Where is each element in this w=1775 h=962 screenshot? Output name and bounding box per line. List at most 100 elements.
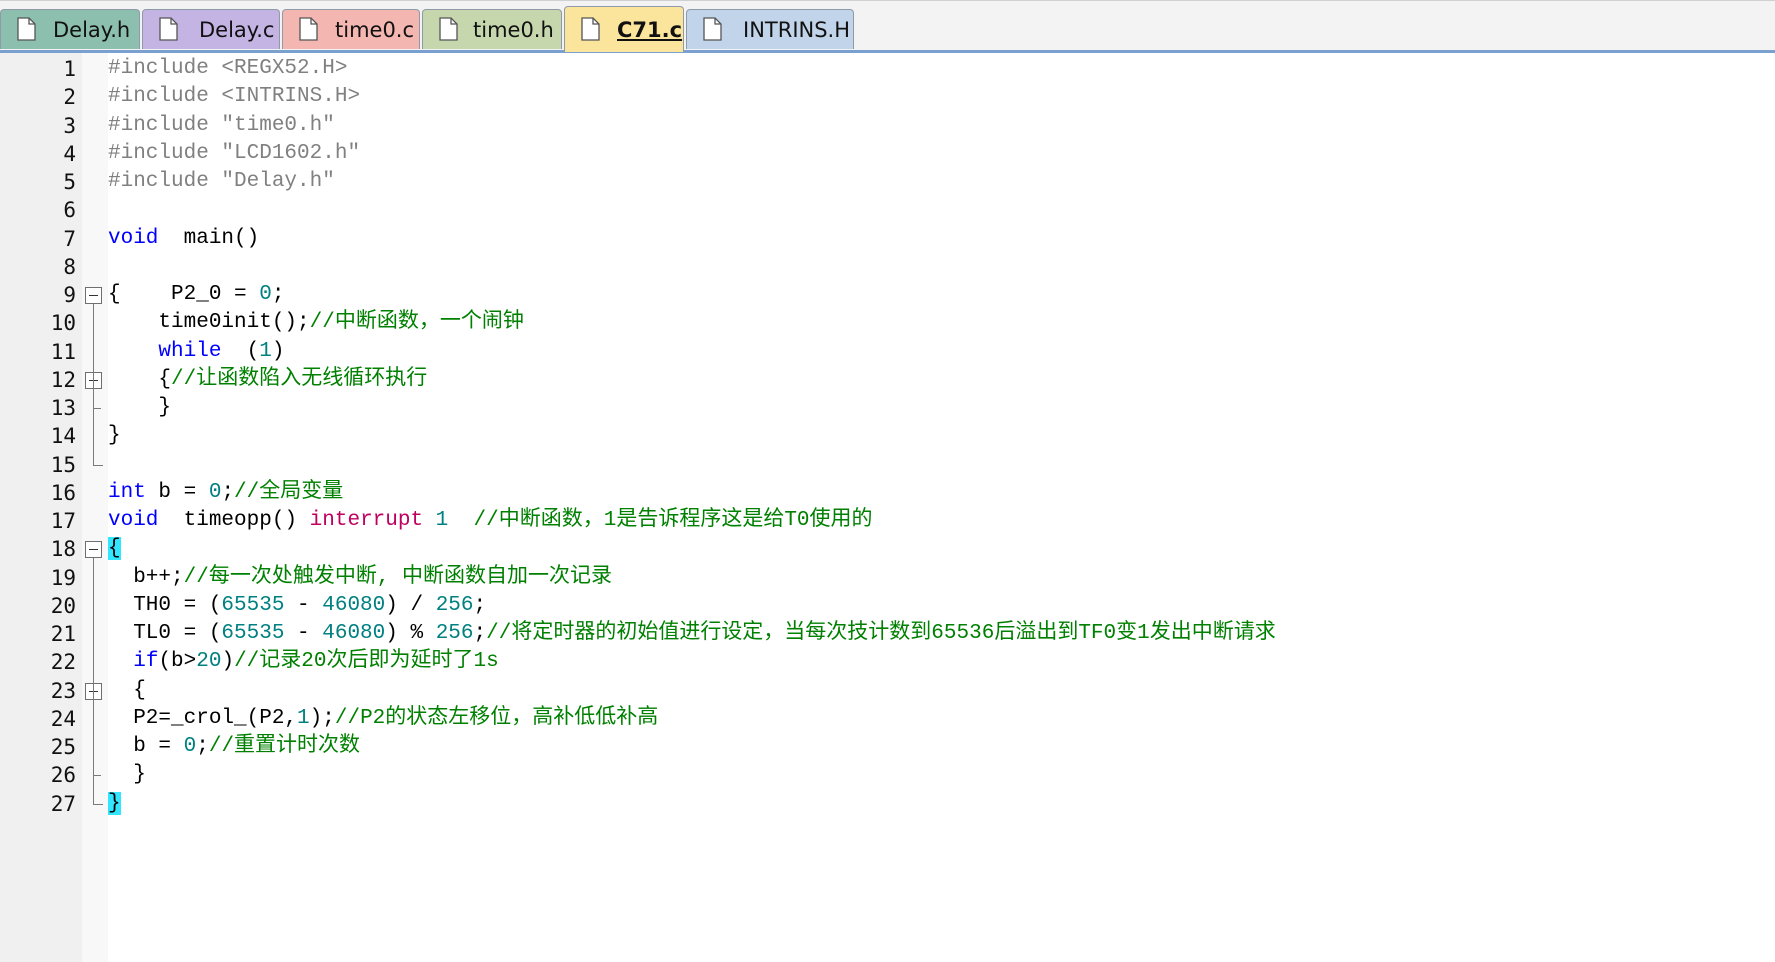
code-line[interactable]: 21 TL0 = (65535 - 46080) % 256;//将定时器的初始… bbox=[0, 620, 1775, 648]
code-line[interactable]: 9 { P2_0 = 0; bbox=[0, 281, 1775, 309]
tab-time0-c[interactable]: time0.c bbox=[282, 9, 420, 49]
code-editor[interactable]: 1 #include <REGX52.H> 2 #include <INTRINS.H… bbox=[0, 53, 1775, 962]
code-line[interactable]: 26 } bbox=[0, 761, 1775, 789]
document-icon bbox=[581, 17, 600, 41]
code-text: if(b>20)//记录20次后即为延时了1s bbox=[108, 648, 498, 676]
code-line[interactable]: 1 #include <REGX52.H> bbox=[0, 55, 1775, 83]
line-number: 23 bbox=[50, 678, 76, 703]
code-line[interactable]: 4 #include "LCD1602.h" bbox=[0, 140, 1775, 168]
code-text: void main() bbox=[108, 225, 259, 253]
fold-guide-end bbox=[93, 775, 101, 777]
code-token: time0init(); bbox=[108, 311, 310, 335]
code-line[interactable]: 8 bbox=[0, 253, 1775, 281]
code-token: 0 bbox=[183, 735, 197, 758]
line-number: 19 bbox=[50, 565, 76, 590]
code-token: "Delay.h" bbox=[221, 170, 335, 193]
tab-label: Delay.h bbox=[53, 18, 131, 42]
code-token: interrupt bbox=[309, 509, 424, 532]
tab-delay-h[interactable]: Delay.h bbox=[0, 9, 140, 49]
line-number: 4 bbox=[63, 141, 76, 166]
code-line[interactable]: 17 void timeopp() interrupt 1 //中断函数，1是告诉… bbox=[0, 507, 1775, 535]
fold-guide-end bbox=[93, 803, 103, 805]
code-text: void timeopp() interrupt 1 //中断函数，1是告诉程序… bbox=[108, 507, 873, 535]
code-line[interactable]: 16 int b = 0;//全局变量 bbox=[0, 479, 1775, 507]
code-token: P2=_crol_(P2, bbox=[108, 706, 298, 730]
code-line[interactable]: 12 {//让函数陷入无线循环执行 bbox=[0, 366, 1775, 394]
code-token: <REGX52.H> bbox=[221, 57, 348, 80]
code-line[interactable]: 5 #include "Delay.h" bbox=[0, 168, 1775, 196]
line-number: 20 bbox=[50, 593, 76, 618]
code-line[interactable]: 20 TH0 = (65535 - 46080) / 256; bbox=[0, 592, 1775, 620]
tab-label: INTRINS.H bbox=[743, 18, 851, 42]
code-text: #include <INTRINS.H> bbox=[108, 83, 360, 111]
line-number: 13 bbox=[50, 396, 76, 420]
fold-guide-end bbox=[93, 408, 101, 410]
code-token: ; bbox=[221, 480, 235, 504]
code-line[interactable]: 13 } bbox=[0, 394, 1775, 422]
tab-bar: Delay.h Delay.c time0.c time0.h C71.c INTRINS… bbox=[0, 0, 1775, 53]
code-token: { bbox=[108, 678, 146, 702]
code-text: { bbox=[108, 677, 146, 705]
code-text: TH0 = (65535 - 46080) / 256; bbox=[108, 592, 486, 620]
tab-label: time0.h bbox=[473, 18, 554, 42]
code-token: "LCD1602.h" bbox=[221, 141, 361, 165]
code-text: b = 0;//重置计时次数 bbox=[108, 733, 360, 761]
code-line[interactable]: 18 { bbox=[0, 535, 1775, 563]
code-line[interactable]: 23 { bbox=[0, 677, 1775, 705]
code-line[interactable]: 3 #include "time0.h" bbox=[0, 112, 1775, 140]
code-token: #include bbox=[108, 57, 222, 80]
code-token: //让函数陷入无线循环执行 bbox=[171, 367, 428, 391]
code-token: { bbox=[108, 537, 121, 561]
code-token: TH0 = ( bbox=[108, 593, 222, 617]
fold-collapse-icon[interactable] bbox=[85, 287, 102, 305]
tab-time0-h[interactable]: time0.h bbox=[422, 9, 562, 49]
line-number: 11 bbox=[50, 339, 76, 364]
code-line[interactable]: 6 bbox=[0, 196, 1775, 224]
code-line[interactable]: 27} bbox=[0, 790, 1775, 818]
code-line[interactable]: 10 time0init();//中断函数，一个闹钟 bbox=[0, 309, 1775, 337]
code-token: "time0.h" bbox=[221, 113, 335, 137]
code-token: ( bbox=[221, 339, 260, 363]
tab-c71-c[interactable]: C71.c bbox=[564, 6, 684, 52]
code-line[interactable]: 19 b++;//每一次处触发中断, 中断函数自加一次记录 bbox=[0, 564, 1775, 592]
line-number: 8 bbox=[63, 254, 76, 279]
code-token: ; bbox=[473, 622, 487, 645]
code-token: 1 bbox=[423, 509, 449, 532]
code-token: 20 bbox=[196, 650, 222, 674]
document-icon bbox=[299, 17, 318, 41]
code-text: #include <REGX52.H> bbox=[108, 55, 347, 83]
code-line[interactable]: 14} bbox=[0, 422, 1775, 450]
line-number: 15 bbox=[50, 452, 76, 477]
code-token: <INTRINS.H> bbox=[221, 85, 361, 109]
code-token: } bbox=[108, 396, 172, 419]
code-token: //中断函数，1是告诉程序这是给T0使用的 bbox=[473, 509, 873, 532]
code-token: ) bbox=[221, 650, 235, 674]
line-number: 16 bbox=[50, 480, 76, 505]
code-token: 0 bbox=[208, 480, 222, 504]
code-line[interactable]: 11 while (1) bbox=[0, 338, 1775, 366]
line-number: 9 bbox=[63, 283, 76, 307]
code-token: //全局变量 bbox=[234, 480, 344, 504]
line-number: 22 bbox=[50, 650, 76, 675]
code-token: //每一次处触发中断, 中断函数自加一次记录 bbox=[183, 565, 613, 589]
code-line[interactable]: 22 if(b>20)//记录20次后即为延时了1s bbox=[0, 648, 1775, 676]
code-token: - bbox=[284, 622, 323, 645]
fold-collapse-icon[interactable] bbox=[85, 541, 102, 559]
code-line[interactable]: 15 bbox=[0, 451, 1775, 479]
document-icon bbox=[703, 17, 722, 41]
code-text: #include "LCD1602.h" bbox=[108, 140, 360, 168]
code-token: 1 bbox=[259, 339, 272, 363]
tab-intrins-h[interactable]: INTRINS.H bbox=[686, 9, 854, 49]
line-number: 10 bbox=[50, 311, 76, 336]
code-line[interactable]: 2 #include <INTRINS.H> bbox=[0, 83, 1775, 111]
code-line[interactable]: 24 P2=_crol_(P2,1);//P2的状态左移位，高补低低补高 bbox=[0, 705, 1775, 733]
code-line[interactable]: 25 b = 0;//重置计时次数 bbox=[0, 733, 1775, 761]
code-text: TL0 = (65535 - 46080) % 256;//将定时器的初始值进行… bbox=[108, 620, 1276, 648]
code-text: P2=_crol_(P2,1);//P2的状态左移位，高补低低补高 bbox=[108, 705, 658, 733]
code-token: ) % bbox=[385, 622, 436, 645]
code-line[interactable]: 7 void main() bbox=[0, 225, 1775, 253]
tab-delay-c[interactable]: Delay.c bbox=[142, 9, 280, 49]
code-token: timeopp() bbox=[158, 509, 310, 532]
code-token: #include bbox=[108, 85, 222, 109]
